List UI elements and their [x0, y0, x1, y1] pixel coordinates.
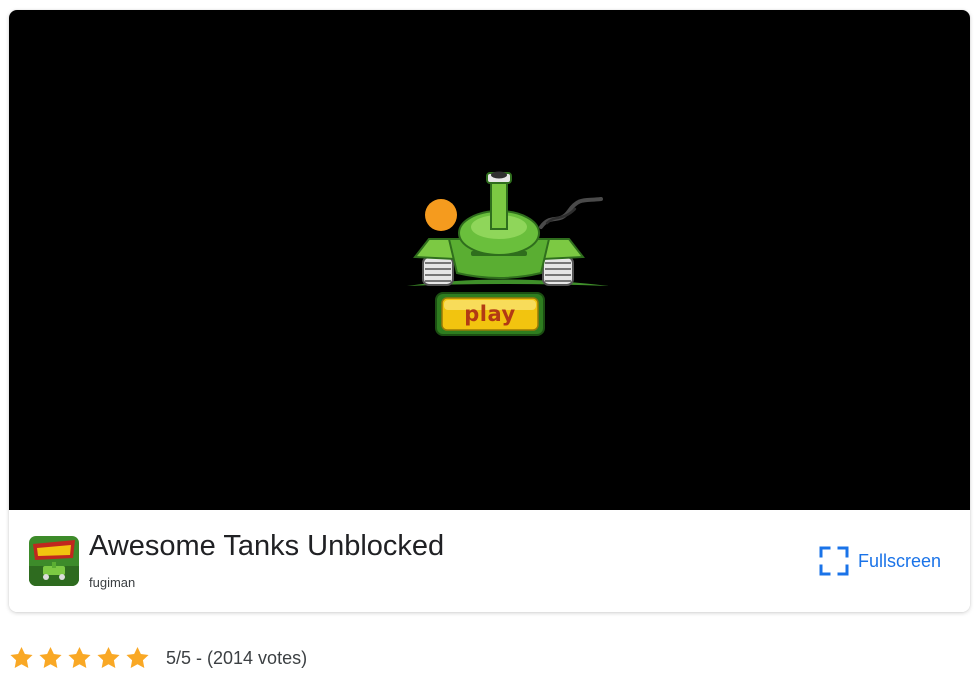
game-thumbnail[interactable]	[29, 536, 79, 586]
star-icon[interactable]	[95, 645, 122, 671]
rating-text: 5/5 - (2014 votes)	[166, 647, 308, 668]
game-title: Awesome Tanks Unblocked	[89, 530, 445, 562]
fullscreen-button[interactable]: Fullscreen	[818, 544, 941, 578]
star-icon[interactable]	[8, 645, 35, 671]
game-info-bar: Awesome Tanks Unblocked fugiman Fullscre…	[9, 510, 970, 612]
fullscreen-label: Fullscreen	[858, 550, 942, 571]
fullscreen-icon	[819, 546, 849, 576]
game-card: play Awesome Tanks Unblocked fugiman Ful…	[9, 10, 970, 612]
star-icon[interactable]	[66, 645, 93, 671]
star-icon[interactable]	[37, 645, 64, 671]
play-label: play	[464, 302, 516, 326]
star-icon[interactable]	[124, 645, 151, 671]
awesome-tanks-thumbnail-icon	[29, 536, 79, 586]
play-button[interactable]: play	[435, 292, 545, 336]
developer-name[interactable]: fugiman	[89, 575, 135, 590]
game-frame[interactable]: play	[9, 10, 970, 510]
rating-row: 5/5 - (2014 votes)	[8, 644, 307, 672]
